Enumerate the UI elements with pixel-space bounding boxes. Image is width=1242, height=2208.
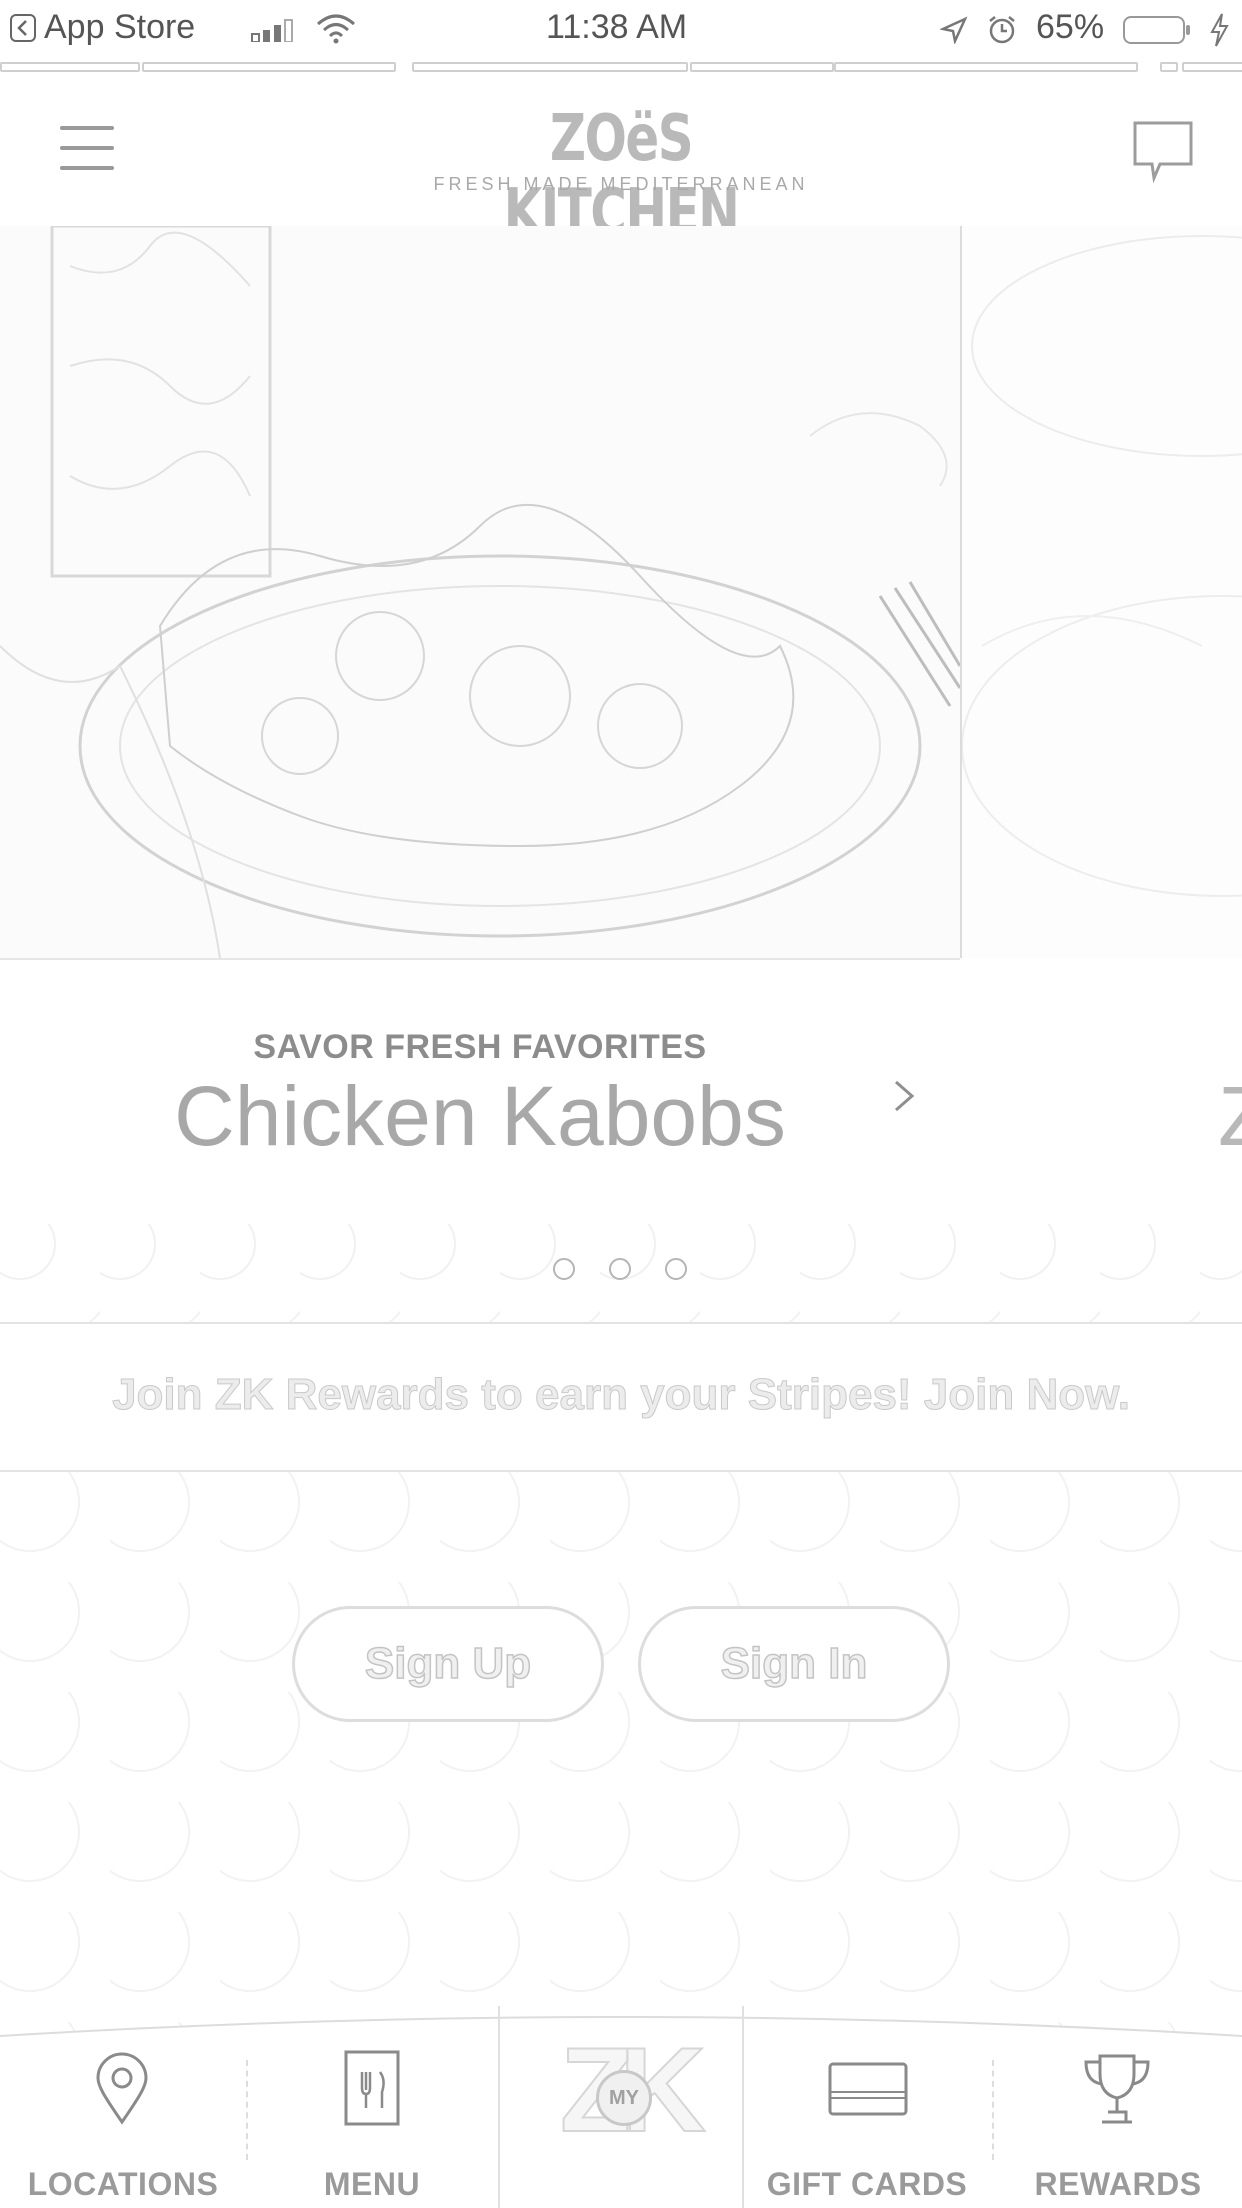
pagination-dot-1[interactable] (553, 1258, 575, 1280)
tab-gift-cards[interactable]: GIFT CARDS (744, 2046, 990, 2208)
auth-pattern-area (0, 1472, 1242, 2032)
alarm-icon (989, 16, 1015, 44)
next-slide-illustration (962, 235, 1242, 897)
wifi-icon (317, 14, 355, 44)
status-bar: App Store 11:38 AM 65% (0, 0, 1242, 60)
top-progress-strip (0, 60, 1242, 72)
battery-percent: 65% (1036, 8, 1105, 46)
hero-title[interactable]: Chicken Kabobs (120, 1068, 840, 1165)
pagination-dot-2[interactable] (609, 1258, 631, 1280)
tab-my-zk[interactable]: ZK MY (500, 2026, 742, 2188)
tab-menu-label: MENU (323, 2166, 421, 2202)
tab-rewards-label: REWARDS (1034, 2166, 1202, 2202)
menu-card-icon (344, 2050, 400, 2126)
rewards-join-link[interactable]: Join ZK Rewards to earn your Stripes! Jo… (0, 1370, 1242, 1420)
food-plate-illustration (0, 226, 960, 958)
battery-icon (1123, 16, 1190, 44)
bottom-tab-bar: LOCATIONS MENU ZK MY GIFT CARDS REWARDS (0, 2006, 1242, 2208)
charging-icon (1210, 13, 1229, 47)
my-badge: MY (596, 2070, 652, 2126)
tab-rewards[interactable]: REWARDS (994, 2046, 1242, 2208)
back-app-label[interactable]: App Store (44, 8, 195, 47)
trophy-icon (1084, 2054, 1150, 2124)
menu-hamburger-button[interactable] (60, 126, 114, 170)
sign-up-button[interactable]: Sign Up (292, 1606, 604, 1722)
pagination-dot-3[interactable] (665, 1258, 687, 1280)
hero-kicker: SAVOR FRESH FAVORITES (253, 1028, 707, 1066)
chat-icon[interactable] (1132, 120, 1194, 184)
brand-logo-subtitle: FRESH MADE MEDITERRANEAN (433, 174, 809, 194)
tab-locations-label: LOCATIONS (27, 2166, 219, 2202)
back-app-icon[interactable] (10, 14, 36, 42)
location-arrow-icon (940, 16, 968, 44)
hero-next-slide-peek[interactable] (960, 226, 1242, 958)
hero-image-chicken-kabobs[interactable] (0, 226, 960, 960)
signal-icon (251, 19, 293, 42)
next-slide-title-peek: Z (1218, 1068, 1242, 1165)
rewards-banner: Join ZK Rewards to earn your Stripes! Jo… (0, 1322, 1242, 1472)
status-time: 11:38 AM (546, 8, 688, 46)
gift-card-icon (828, 2062, 908, 2116)
tab-locations[interactable]: LOCATIONS (0, 2046, 246, 2208)
carousel-pagination (553, 1258, 689, 1282)
tab-menu[interactable]: MENU (248, 2046, 496, 2208)
app-header: ZOëS KITCHEN FRESH MADE MEDITERRANEAN (0, 72, 1242, 250)
map-pin-icon (96, 2052, 148, 2125)
sign-in-button[interactable]: Sign In (638, 1606, 950, 1722)
tab-gift-cards-label: GIFT CARDS (766, 2166, 968, 2202)
chevron-right-icon[interactable] (886, 1078, 922, 1114)
